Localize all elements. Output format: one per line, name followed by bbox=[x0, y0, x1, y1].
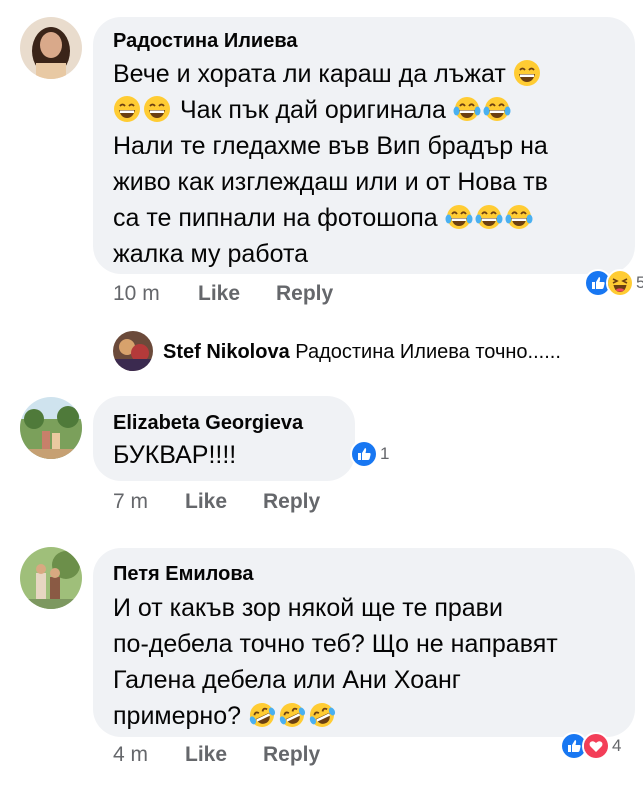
rolling-laughing-icon bbox=[308, 701, 336, 729]
haha-reaction-icon bbox=[606, 269, 634, 297]
like-reaction-icon bbox=[350, 440, 378, 468]
comment-line: жалка му работа bbox=[113, 240, 309, 268]
reaction-summary[interactable]: 1 bbox=[350, 440, 390, 468]
comment-author[interactable]: Радостина Илиева bbox=[113, 30, 297, 53]
comment-timestamp: 4 m bbox=[113, 743, 149, 766]
avatar-elizabeta[interactable] bbox=[20, 397, 82, 459]
comment-text: И от какъв зор някой ще те прави по-дебе… bbox=[113, 590, 558, 734]
comment-timestamp: 10 m bbox=[113, 282, 160, 305]
rolling-laughing-icon bbox=[278, 701, 306, 729]
comment-line: БУКВАР!!!! bbox=[113, 441, 237, 469]
rolling-laughing-icon bbox=[248, 701, 276, 729]
grinning-face-icon bbox=[113, 95, 141, 123]
comment-line: живо как изглеждаш или и от Нова тв bbox=[113, 168, 548, 196]
avatar-stef[interactable] bbox=[113, 331, 153, 371]
comment-line: по-дебела точно теб? Що не направят bbox=[113, 630, 558, 658]
avatar-petya[interactable] bbox=[20, 547, 82, 609]
comment-author[interactable]: Петя Емилова bbox=[113, 563, 254, 586]
reaction-count: 4 bbox=[612, 736, 622, 755]
like-button[interactable]: Like bbox=[185, 743, 227, 767]
tears-of-joy-icon bbox=[445, 203, 473, 231]
comment-author[interactable]: Elizabeta Georgieva bbox=[113, 412, 303, 435]
reaction-summary[interactable]: 5 bbox=[584, 269, 643, 297]
reply-button[interactable]: Reply bbox=[276, 282, 333, 306]
comment-line: Галена дебела или Ани Хоанг bbox=[113, 666, 461, 694]
comment-line: примерно? bbox=[113, 702, 242, 730]
reply-button[interactable]: Reply bbox=[263, 490, 320, 514]
comment-line: са те пипнали на фотошопа bbox=[113, 204, 438, 232]
grinning-face-icon bbox=[143, 95, 171, 123]
reaction-count: 1 bbox=[380, 444, 390, 463]
comment-line: Вече и хората ли караш да лъжат bbox=[113, 60, 506, 88]
comment-timestamp: 7 m bbox=[113, 490, 149, 513]
tears-of-joy-icon bbox=[505, 203, 533, 231]
comment-line: Нали те гледахме във Вип брадър на bbox=[113, 132, 548, 160]
tears-of-joy-icon bbox=[483, 95, 511, 123]
grinning-face-icon bbox=[513, 59, 541, 87]
comment-line: И от какъв зор някой ще те прави bbox=[113, 594, 503, 622]
like-button[interactable]: Like bbox=[198, 282, 240, 306]
reaction-count: 5 bbox=[636, 273, 643, 292]
love-reaction-icon bbox=[582, 732, 610, 760]
comment-line: Чак пък дай оригинала bbox=[179, 96, 446, 124]
comment-text: Вече и хората ли караш да лъжат Чак пък … bbox=[113, 56, 548, 272]
reply-snippet: Радостина Илиева точно...... bbox=[295, 341, 561, 363]
comment-text: БУКВАР!!!! bbox=[113, 437, 236, 473]
reply-author[interactable]: Stef Nikolova bbox=[163, 341, 290, 363]
reaction-summary[interactable]: 4 bbox=[560, 732, 622, 760]
like-button[interactable]: Like bbox=[185, 490, 227, 514]
avatar-radostina[interactable] bbox=[20, 17, 82, 79]
reply-button[interactable]: Reply bbox=[263, 743, 320, 767]
tears-of-joy-icon bbox=[453, 95, 481, 123]
tears-of-joy-icon bbox=[475, 203, 503, 231]
